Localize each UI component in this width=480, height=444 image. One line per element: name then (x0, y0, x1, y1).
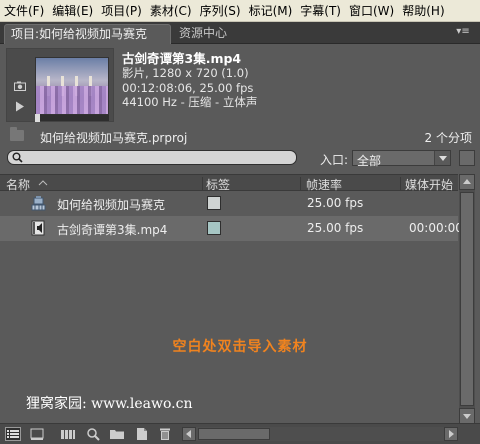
entry-select-value: 全部 (357, 154, 382, 168)
table-row[interactable]: 如何给视频加马赛克 25.00 fps (0, 191, 458, 216)
item-count: 2 个分项 (424, 131, 472, 145)
column-separator[interactable] (300, 177, 301, 190)
new-item-icon[interactable] (134, 427, 150, 441)
menu-clip[interactable]: 素材(C) (146, 0, 196, 22)
menu-help[interactable]: 帮助(H) (398, 0, 448, 22)
play-icon[interactable] (13, 101, 27, 113)
scroll-down-icon[interactable] (459, 408, 475, 424)
search-input[interactable] (7, 150, 297, 165)
clip-type: 影片, 1280 x 720 (1.0) (122, 66, 249, 80)
bin-bar: 如何给视频加马赛克.prproj 2 个分项 (0, 127, 480, 146)
item-name[interactable]: 古剑奇谭第3集.mp4 (57, 221, 167, 238)
item-name[interactable]: 如何给视频加马赛克 (57, 196, 165, 213)
clip-duration: 00:12:08:06, 25.00 fps (122, 80, 254, 95)
menu-edit[interactable]: 编辑(E) (48, 0, 97, 22)
scroll-right-icon[interactable] (444, 427, 458, 441)
menu-title[interactable]: 字幕(T) (296, 0, 345, 22)
scrubber-handle[interactable] (35, 114, 40, 122)
automate-to-sequence-icon[interactable] (60, 427, 76, 441)
label-color-swatch[interactable] (207, 221, 221, 235)
icon-view-icon[interactable] (29, 427, 45, 441)
horizontal-scrollbar[interactable] (182, 427, 458, 441)
label-color-swatch[interactable] (207, 196, 221, 210)
menu-project[interactable]: 项目(P) (97, 0, 146, 22)
trash-icon[interactable] (157, 427, 173, 441)
clip-preview (6, 48, 114, 122)
vertical-scroll-thumb[interactable] (460, 192, 474, 406)
tab-project[interactable]: 项目:如何给视频加马赛克 (4, 24, 171, 44)
new-bin-icon[interactable] (109, 427, 125, 441)
poster-frame-icon[interactable] (13, 81, 27, 93)
panel-menu-icon[interactable]: ▾≡ (454, 25, 472, 39)
scroll-corner-button[interactable] (459, 150, 475, 166)
menu-marker[interactable]: 标记(M) (245, 0, 297, 22)
menu-file[interactable]: 文件(F) (0, 0, 48, 22)
sequence-icon (31, 196, 46, 211)
menu-bar: 文件(F) 编辑(E) 项目(P) 素材(C) 序列(S) 标记(M) 字幕(T… (0, 0, 480, 22)
column-header: 名称 标签 帧速率 媒体开始 (0, 174, 458, 192)
menu-sequence[interactable]: 序列(S) (196, 0, 245, 22)
clip-info: 古剑奇谭第3集.mp4 影片, 1280 x 720 (1.0) 00:12:0… (122, 51, 462, 110)
watermark: 狸窝家园: www.leawo.cn (26, 396, 193, 412)
entry-label: 入口: (320, 153, 349, 167)
import-hint: 空白处双击导入素材 (172, 339, 308, 355)
project-file-name: 如何给视频加马赛克.prproj (40, 131, 188, 145)
audio-video-icon (31, 220, 45, 236)
entry-select[interactable]: 全部 (352, 150, 451, 168)
clip-audio: 44100 Hz - 压缩 - 立体声 (122, 95, 258, 109)
scroll-left-icon[interactable] (182, 427, 196, 441)
find-icon[interactable] (86, 427, 102, 441)
vertical-scrollbar[interactable] (459, 174, 475, 424)
sort-ascending-icon[interactable] (38, 180, 48, 186)
clip-title: 古剑奇谭第3集.mp4 (122, 51, 242, 66)
column-separator[interactable] (202, 177, 203, 190)
horizontal-scroll-thumb[interactable] (198, 428, 270, 440)
thumbnail-flowers (36, 86, 108, 114)
table-row[interactable]: 古剑奇谭第3集.mp4 25.00 fps 00:00:00: (0, 216, 467, 241)
list-view-icon[interactable] (5, 427, 21, 441)
chevron-down-icon[interactable] (434, 151, 450, 165)
scroll-up-icon[interactable] (459, 174, 475, 190)
search-icon (12, 152, 23, 163)
item-frame-rate: 25.00 fps (307, 221, 364, 235)
column-separator[interactable] (400, 177, 401, 190)
item-frame-rate: 25.00 fps (307, 196, 364, 210)
panel-tab-bar: 项目:如何给视频加马赛克 资源中心 ▾≡ (0, 22, 480, 44)
menu-window[interactable]: 窗口(W) (345, 0, 398, 22)
clip-thumbnail[interactable] (35, 57, 109, 115)
preview-scrubber[interactable] (35, 114, 109, 122)
panel-footer (0, 423, 480, 444)
folder-icon (10, 127, 24, 141)
tab-resource-center[interactable]: 资源中心 (173, 24, 233, 44)
